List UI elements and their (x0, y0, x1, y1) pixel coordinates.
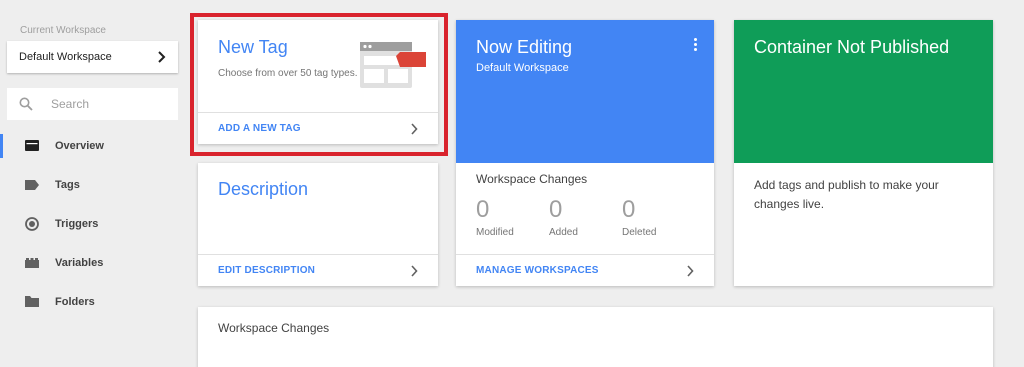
sidebar-item-triggers[interactable]: Triggers (0, 204, 185, 243)
stat-label: Added (549, 227, 578, 238)
current-workspace-label: Current Workspace (20, 25, 106, 36)
trigger-icon (25, 216, 39, 231)
now-editing-title: Now Editing (476, 37, 573, 57)
stat-added: 0 Added (549, 196, 578, 238)
chevron-right-icon (411, 264, 418, 277)
sidebar-item-label: Folders (55, 295, 95, 308)
now-editing-card: Now Editing Default Workspace Workspace … (456, 20, 714, 286)
workspace-changes-title: Workspace Changes (218, 321, 330, 335)
chevron-right-icon (158, 51, 166, 63)
now-editing-workspace: Default Workspace (476, 62, 569, 74)
edit-description-label: EDIT DESCRIPTION (218, 265, 316, 276)
stat-label: Modified (476, 227, 514, 238)
container-status-card: Container Not Published Add tags and pub… (734, 20, 993, 286)
sidebar-item-label: Variables (55, 256, 104, 269)
workspace-changes-label: Workspace Changes (476, 172, 588, 186)
workspace-selector[interactable]: Default Workspace (7, 41, 178, 73)
manage-workspaces-link[interactable]: MANAGE WORKSPACES (456, 254, 714, 286)
sidebar-item-tags[interactable]: Tags (0, 165, 185, 204)
sidebar-item-overview[interactable]: Overview (0, 126, 185, 165)
sidebar-item-variables[interactable]: Variables (0, 243, 185, 282)
now-editing-header: Now Editing Default Workspace (456, 20, 714, 163)
chevron-right-icon (687, 264, 694, 277)
stat-value: 0 (476, 196, 490, 223)
sidebar-nav: Overview Tags Triggers Variables Folders (0, 126, 185, 321)
stat-deleted: 0 Deleted (622, 196, 656, 238)
tag-icon (25, 178, 39, 192)
stat-label: Deleted (622, 227, 657, 238)
manage-workspaces-label: MANAGE WORKSPACES (476, 265, 599, 276)
description-title: Description (218, 179, 309, 199)
folder-icon (25, 295, 39, 309)
sidebar-item-label: Tags (55, 178, 80, 191)
workspace-name: Default Workspace (19, 51, 112, 63)
search-placeholder: Search (51, 97, 90, 111)
sidebar-item-label: Triggers (55, 217, 99, 230)
stat-modified: 0 Modified (476, 196, 514, 238)
stat-value: 0 (549, 196, 563, 223)
container-status-body: Add tags and publish to make your change… (754, 178, 939, 211)
variables-icon (25, 256, 39, 270)
more-vert-icon[interactable] (694, 38, 698, 53)
stat-value: 0 (622, 196, 636, 223)
container-status-header: Container Not Published (734, 20, 993, 163)
description-card: Description EDIT DESCRIPTION (198, 163, 438, 286)
workspace-changes-card: Workspace Changes (198, 307, 993, 367)
search-icon (19, 97, 33, 111)
highlight-box (190, 13, 448, 156)
sidebar-item-label: Overview (55, 139, 104, 152)
sidebar-item-folders[interactable]: Folders (0, 282, 185, 321)
container-status-title: Container Not Published (754, 37, 950, 57)
search-input[interactable]: Search (7, 88, 178, 120)
edit-description-link[interactable]: EDIT DESCRIPTION (198, 254, 438, 286)
folder-open-icon (25, 139, 39, 153)
